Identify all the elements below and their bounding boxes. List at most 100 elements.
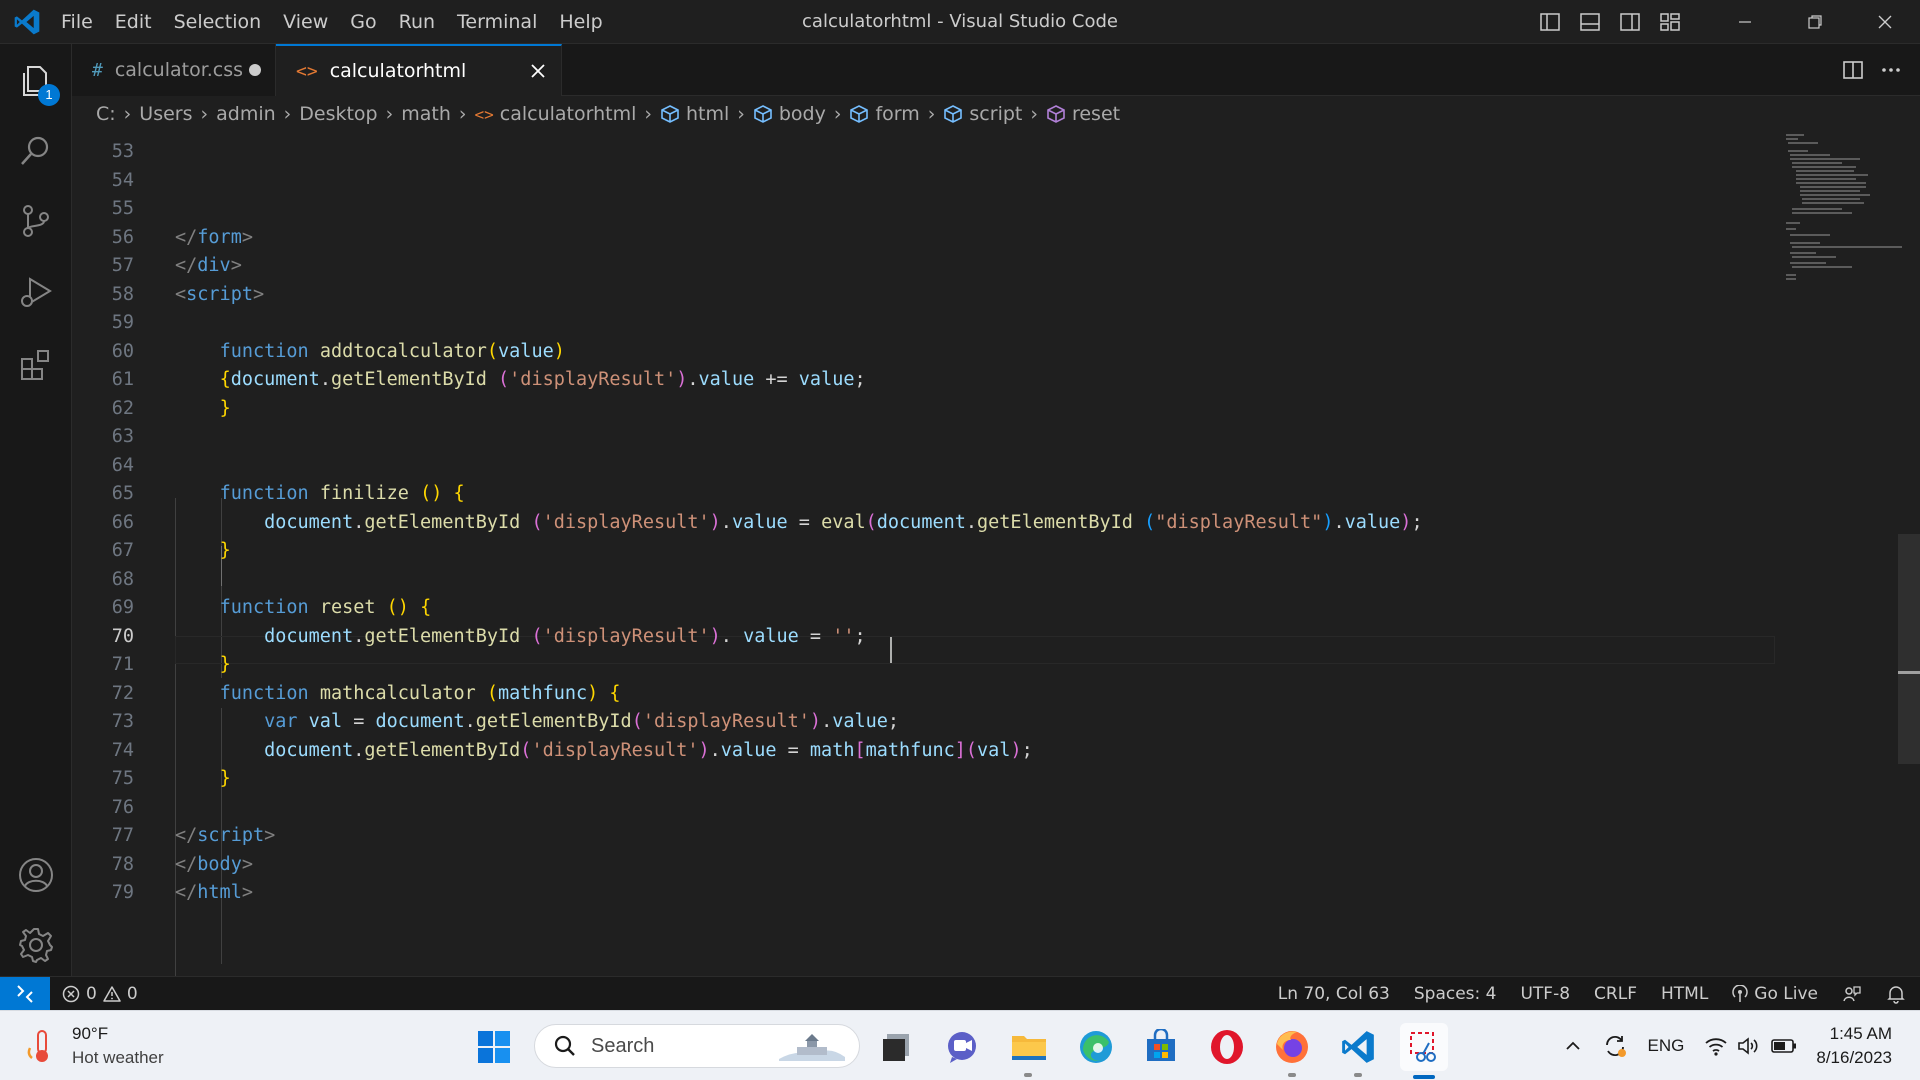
- settings-gear-icon[interactable]: [0, 910, 72, 980]
- toggle-secondary-sidebar-icon[interactable]: [1610, 0, 1650, 44]
- code-line: 57 </div>: [72, 252, 1772, 280]
- editor-tab-bar: # calculator.css <> calculatorhtml: [72, 44, 1920, 96]
- activity-bar: 1: [0, 44, 72, 976]
- more-actions-icon[interactable]: [1872, 51, 1910, 89]
- microsoft-store-icon[interactable]: [1137, 1023, 1185, 1071]
- show-hidden-icons-chevron-icon[interactable]: [1554, 1037, 1592, 1055]
- edge-browser-icon[interactable]: [1072, 1023, 1120, 1071]
- vscode-taskbar-icon[interactable]: [1334, 1023, 1382, 1071]
- css-file-icon: #: [92, 59, 103, 81]
- breadcrumb-math[interactable]: math: [401, 103, 451, 125]
- close-tab-icon[interactable]: [527, 60, 549, 82]
- line-number: 64: [111, 455, 134, 476]
- menu-help[interactable]: Help: [548, 7, 613, 37]
- menu-run[interactable]: Run: [388, 7, 446, 37]
- breadcrumb-script[interactable]: script: [943, 103, 1022, 125]
- run-debug-icon[interactable]: [0, 258, 72, 328]
- volume-icon[interactable]: [1732, 1035, 1764, 1057]
- line-number: 79: [111, 882, 134, 903]
- feedback-icon[interactable]: [1830, 984, 1874, 1004]
- chevron-right-icon: ›: [737, 103, 745, 125]
- split-editor-icon[interactable]: [1834, 51, 1872, 89]
- code-editor[interactable]: 52 </div> 53 54 55 56</form> 57</div> 58…: [72, 132, 1920, 976]
- problems-button[interactable]: 0 0: [62, 977, 138, 1011]
- teams-chat-icon[interactable]: [938, 1023, 986, 1071]
- tab-calculator-css[interactable]: # calculator.css: [72, 44, 276, 96]
- minimap[interactable]: [1782, 132, 1902, 302]
- broadcast-icon: [1732, 985, 1748, 1002]
- windows-start-icon[interactable]: [470, 1023, 518, 1071]
- clock-date: 8/16/2023: [1816, 1048, 1892, 1067]
- scrollbar-track[interactable]: [1898, 534, 1920, 764]
- line-number: 57: [111, 255, 134, 276]
- menu-edit[interactable]: Edit: [104, 7, 163, 37]
- line-number: 62: [111, 398, 134, 419]
- toggle-primary-sidebar-icon[interactable]: [1530, 0, 1570, 44]
- breadcrumb-file[interactable]: <> calculatorhtml: [475, 103, 637, 125]
- language-mode[interactable]: HTML: [1649, 984, 1720, 1004]
- breadcrumb-desktop[interactable]: Desktop: [299, 103, 377, 125]
- breadcrumb-form[interactable]: form: [849, 103, 920, 125]
- battery-icon[interactable]: [1764, 1037, 1804, 1055]
- cursor-position[interactable]: Ln 70, Col 63: [1266, 984, 1402, 1004]
- restore-button[interactable]: [1780, 0, 1850, 44]
- explorer-icon[interactable]: 1: [0, 46, 72, 116]
- notifications-bell-icon[interactable]: [1874, 984, 1920, 1004]
- code-text: }: [219, 540, 231, 561]
- breadcrumb-reset[interactable]: reset: [1046, 103, 1120, 125]
- menu-selection[interactable]: Selection: [163, 7, 273, 37]
- breadcrumb-body[interactable]: body: [753, 103, 826, 125]
- close-window-button[interactable]: [1850, 0, 1920, 44]
- symbol-element-icon: [944, 105, 963, 123]
- scrollbar-cursor-marker: [1898, 671, 1920, 674]
- task-view-icon[interactable]: [872, 1023, 920, 1071]
- code-line: 72 function mathcalculator (mathfunc) {: [72, 680, 1772, 708]
- end-of-line[interactable]: CRLF: [1582, 984, 1649, 1004]
- breadcrumb-drive[interactable]: C:: [96, 103, 116, 125]
- line-number: 66: [111, 512, 134, 533]
- code-line: 53: [72, 138, 1772, 166]
- code-line: 58 <script>: [72, 281, 1772, 309]
- customize-layout-icon[interactable]: [1650, 0, 1690, 44]
- source-control-icon[interactable]: [0, 186, 72, 256]
- line-number: 67: [111, 540, 134, 561]
- weather-widget[interactable]: 90°F Hot weather: [26, 1021, 164, 1071]
- firefox-browser-icon[interactable]: [1268, 1023, 1316, 1071]
- breadcrumb-html[interactable]: html: [660, 103, 729, 125]
- remote-icon: [17, 985, 33, 1003]
- accounts-icon[interactable]: [0, 840, 72, 910]
- menu-go[interactable]: Go: [339, 7, 387, 37]
- tab-calculatorhtml[interactable]: <> calculatorhtml: [276, 44, 562, 96]
- menu-terminal[interactable]: Terminal: [446, 7, 548, 37]
- remote-window-button[interactable]: [0, 977, 50, 1011]
- breadcrumb-users[interactable]: Users: [139, 103, 192, 125]
- code-line: 59: [72, 309, 1772, 337]
- code-text: document.getElementById ('displayResult'…: [264, 626, 866, 647]
- snipping-tool-icon[interactable]: [1400, 1023, 1448, 1071]
- encoding[interactable]: UTF-8: [1508, 984, 1582, 1004]
- chevron-right-icon: ›: [1030, 103, 1038, 125]
- extensions-icon[interactable]: [0, 330, 72, 400]
- file-explorer-icon[interactable]: [1005, 1023, 1053, 1071]
- input-language[interactable]: ENG: [1638, 1036, 1695, 1056]
- code-line: 64: [72, 452, 1772, 480]
- menu-file[interactable]: File: [50, 7, 104, 37]
- wifi-icon[interactable]: [1694, 1035, 1732, 1057]
- go-live-button[interactable]: Go Live: [1720, 984, 1830, 1004]
- sync-icon[interactable]: [1592, 1033, 1638, 1059]
- line-number: 55: [111, 198, 134, 219]
- toggle-panel-icon[interactable]: [1570, 0, 1610, 44]
- clock[interactable]: 1:45 AM 8/16/2023: [1804, 1022, 1920, 1070]
- opera-browser-icon[interactable]: [1203, 1023, 1251, 1071]
- code-line: 69 function reset () {: [72, 594, 1772, 622]
- breadcrumb-admin[interactable]: admin: [216, 103, 276, 125]
- taskbar-search-box[interactable]: Search: [534, 1024, 860, 1068]
- menu-view[interactable]: View: [272, 7, 339, 37]
- code-text: document.getElementById('displayResult')…: [264, 740, 1033, 761]
- breadcrumb-script-label: script: [969, 103, 1023, 125]
- minimize-button[interactable]: [1710, 0, 1780, 44]
- search-icon[interactable]: [0, 116, 72, 186]
- indentation[interactable]: Spaces: 4: [1402, 984, 1509, 1004]
